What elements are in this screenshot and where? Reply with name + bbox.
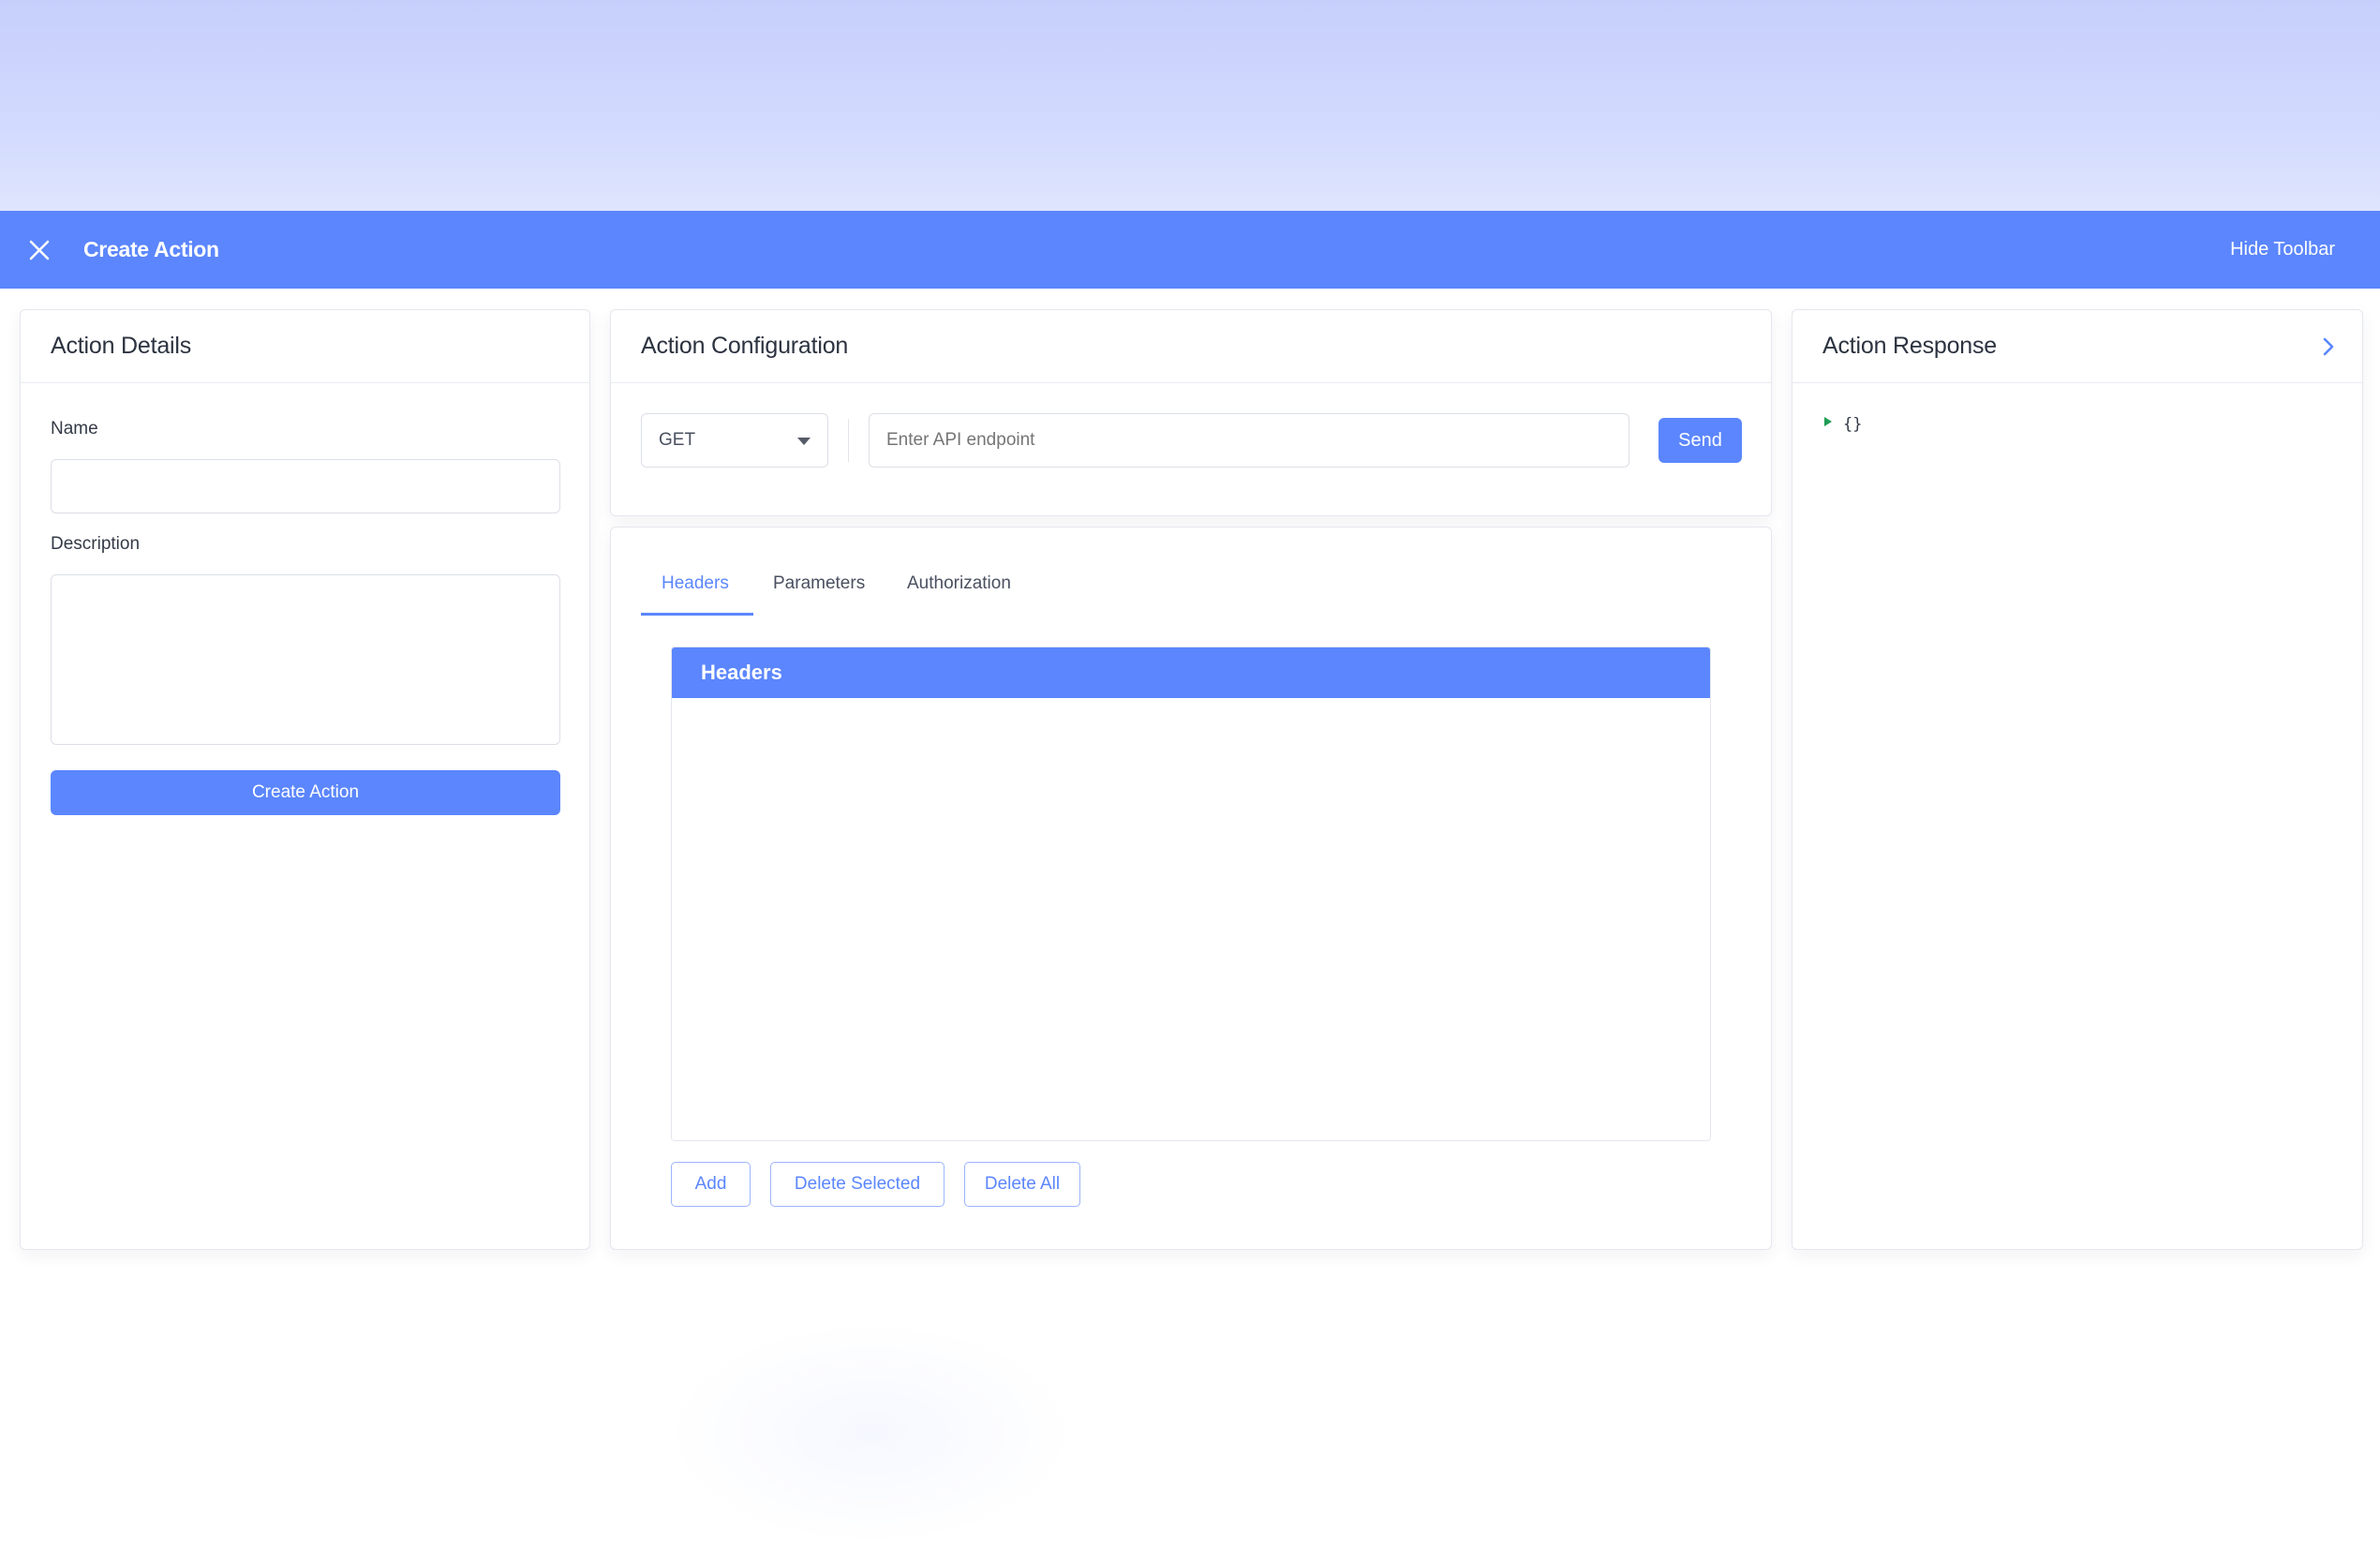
action-details-heading: Action Details bbox=[21, 310, 589, 383]
active-tab-indicator bbox=[641, 613, 753, 616]
close-button[interactable] bbox=[20, 230, 59, 270]
tab-headers[interactable]: Headers bbox=[662, 573, 729, 594]
vertical-divider bbox=[848, 419, 849, 462]
action-response-panel: Action Response {} bbox=[1792, 309, 2363, 1250]
create-action-button[interactable]: Create Action bbox=[51, 770, 560, 815]
action-response-heading: Action Response bbox=[1792, 310, 2362, 383]
chevron-down-icon bbox=[797, 438, 811, 445]
delete-selected-button[interactable]: Delete Selected bbox=[770, 1162, 945, 1207]
name-input[interactable] bbox=[51, 459, 560, 513]
toolbar: Create Action Hide Toolbar bbox=[0, 211, 2380, 289]
close-icon bbox=[29, 240, 50, 260]
add-header-button[interactable]: Add bbox=[671, 1162, 751, 1207]
headers-table-body bbox=[672, 698, 1710, 1140]
method-select-value: GET bbox=[659, 430, 696, 450]
page-background-gradient bbox=[0, 0, 2380, 211]
description-textarea[interactable] bbox=[51, 574, 560, 745]
delete-all-button[interactable]: Delete All bbox=[964, 1162, 1080, 1207]
json-preview: {} bbox=[1843, 415, 1863, 434]
method-select[interactable]: GET bbox=[641, 413, 828, 468]
api-endpoint-input[interactable] bbox=[869, 413, 1629, 468]
json-tree: {} bbox=[1824, 415, 1862, 434]
tab-parameters[interactable]: Parameters bbox=[773, 573, 865, 594]
headers-table-header: Headers bbox=[672, 647, 1710, 698]
name-label: Name bbox=[51, 419, 98, 439]
hide-toolbar-button[interactable]: Hide Toolbar bbox=[2230, 239, 2335, 260]
headers-table: Headers bbox=[671, 647, 1711, 1141]
action-configuration-heading: Action Configuration bbox=[611, 310, 1771, 383]
action-details-panel: Action Details Name Description Create A… bbox=[20, 309, 590, 1250]
headers-table-title: Headers bbox=[701, 661, 782, 684]
action-configuration-panel: Action Configuration GET Send bbox=[610, 309, 1772, 516]
tab-authorization[interactable]: Authorization bbox=[907, 573, 1011, 594]
toolbar-title: Create Action bbox=[83, 237, 219, 261]
chevron-right-icon[interactable] bbox=[2323, 337, 2334, 356]
action-response-title: Action Response bbox=[1822, 333, 1998, 359]
expand-arrow-icon[interactable] bbox=[1824, 417, 1832, 426]
decorative-glow bbox=[665, 1321, 1078, 1546]
description-label: Description bbox=[51, 534, 141, 554]
send-button[interactable]: Send bbox=[1659, 418, 1742, 463]
